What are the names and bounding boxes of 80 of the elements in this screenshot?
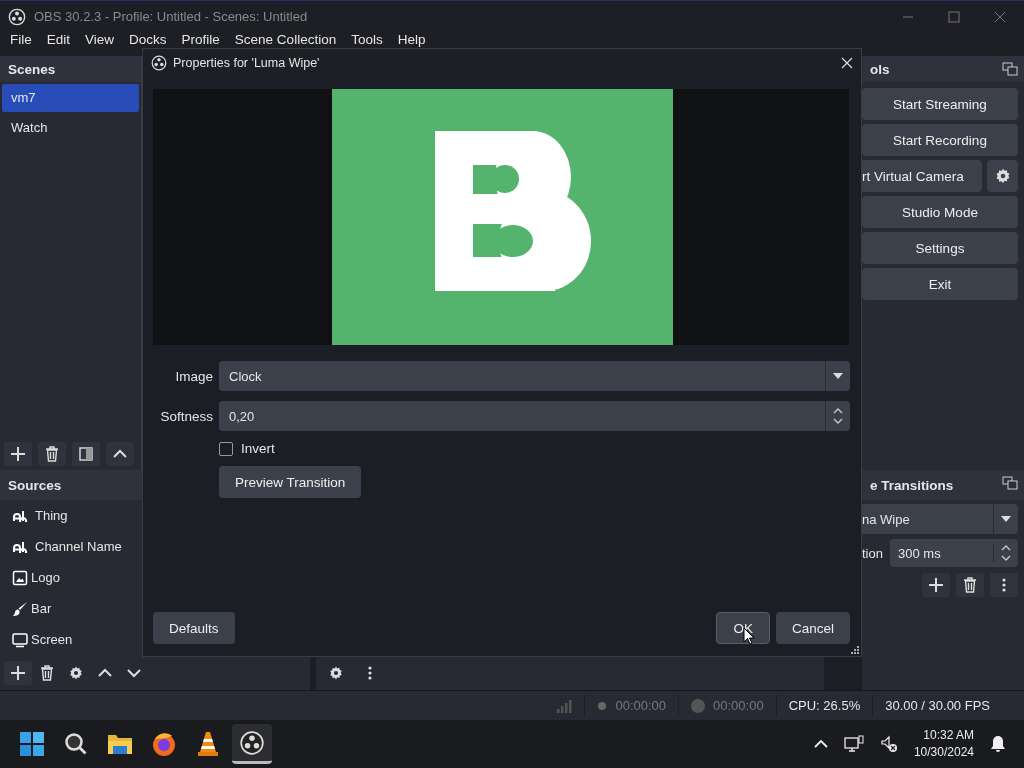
menu-item[interactable]: File	[10, 32, 32, 48]
cpu-usage: CPU: 26.5%	[788, 698, 861, 713]
menu-item[interactable]: Scene Collection	[234, 32, 337, 48]
dropdown-arrow-icon	[833, 373, 843, 379]
dialog-title: Properties for 'Luma Wipe'	[173, 56, 320, 70]
paintbrush-icon	[12, 600, 28, 617]
invert-label: Invert	[241, 441, 275, 456]
source-item[interactable]: Channel Name	[35, 539, 122, 554]
stream-icon	[597, 700, 608, 711]
menu-item[interactable]: Tools	[351, 32, 383, 48]
softness-field[interactable]: 0,20	[219, 401, 850, 431]
scene-item[interactable]: Watch	[2, 114, 139, 142]
control-button[interactable]: Exit	[862, 268, 1018, 300]
source-item[interactable]: Thing	[35, 508, 68, 523]
record-time: 00:00:00	[713, 698, 764, 713]
bell-icon[interactable]	[990, 735, 1006, 753]
window-title: OBS 30.2.3 - Profile: Untitled - Scenes: Untitled	[34, 9, 308, 24]
settings-icon[interactable]	[987, 160, 1018, 192]
menu-item[interactable]: Profile	[181, 32, 220, 48]
chevron-up-icon[interactable]	[813, 739, 828, 749]
add-icon[interactable]	[922, 573, 950, 597]
stream-time: 00:00:00	[615, 698, 667, 713]
menu-item[interactable]: View	[85, 32, 115, 48]
dock-title: e Transitions	[870, 477, 954, 493]
duration-label: tion	[862, 545, 884, 561]
transition-dropdown[interactable]: na Wipe	[862, 504, 1018, 534]
record-icon	[691, 698, 706, 713]
trash-icon[interactable]	[38, 442, 66, 466]
control-button[interactable]: Start Recording	[862, 124, 1018, 156]
control-button[interactable]: Settings	[862, 232, 1018, 264]
duration-field[interactable]: 300 ms	[890, 539, 1018, 567]
dock-title: Scenes	[8, 61, 56, 77]
clock[interactable]: 10:32 AM 10/30/2024	[913, 727, 974, 761]
search-icon	[64, 732, 88, 756]
control-button[interactable]: rt Virtual Camera	[862, 160, 982, 192]
dock-title: ols	[870, 61, 890, 77]
source-item[interactable]: Logo	[31, 570, 60, 585]
menu-item[interactable]: Edit	[46, 32, 71, 48]
menu-item[interactable]: Help	[397, 32, 426, 48]
monitor-icon	[12, 631, 28, 648]
fox-globe-icon	[151, 731, 177, 757]
trash-icon[interactable]	[956, 573, 984, 597]
windows-icon	[20, 732, 44, 756]
scene-item[interactable]: vm7	[2, 84, 139, 112]
undock-icon[interactable]	[1002, 62, 1018, 76]
obs-logo-icon	[240, 730, 264, 755]
add-icon[interactable]	[4, 442, 32, 466]
filter-icon[interactable]	[72, 442, 100, 466]
preview-transition-button[interactable]: Preview Transition	[219, 466, 362, 498]
spin-arrows-icon[interactable]	[1001, 544, 1011, 562]
taskbar-app[interactable]	[232, 724, 272, 764]
image-dropdown[interactable]: Clock	[219, 361, 850, 391]
obs-logo-icon	[8, 7, 26, 26]
spin-arrows-icon[interactable]	[833, 407, 843, 425]
traffic-cone-icon	[196, 731, 220, 757]
signal-icon	[556, 698, 573, 713]
source-item[interactable]: Bar	[31, 601, 52, 616]
menu-item[interactable]: Docks	[129, 32, 167, 48]
dropdown-arrow-icon	[1001, 516, 1011, 522]
add-icon[interactable]	[4, 661, 32, 685]
control-button[interactable]: Studio Mode	[862, 196, 1018, 228]
resize-grip-icon[interactable]	[851, 646, 859, 654]
move-up-icon[interactable]	[106, 442, 134, 466]
more-icon[interactable]	[990, 573, 1018, 597]
invert-checkbox[interactable]	[219, 441, 233, 456]
undock-icon[interactable]	[1002, 476, 1018, 490]
speaker-muted-icon[interactable]	[879, 735, 898, 753]
image-label: Image	[174, 368, 213, 384]
control-button[interactable]: Start Streaming	[862, 88, 1018, 120]
obs-logo-icon	[151, 55, 167, 71]
image-icon	[12, 569, 28, 586]
dock-title: Sources	[8, 477, 62, 493]
maximize-icon[interactable]	[948, 10, 960, 23]
folder-icon	[107, 732, 133, 756]
network-icon[interactable]	[843, 735, 864, 753]
source-item[interactable]: Screen	[31, 632, 73, 647]
fps-counter: 30.00 / 30.00 FPS	[885, 698, 990, 713]
cancel-button[interactable]: Cancel	[775, 612, 850, 644]
softness-label: Softness	[159, 408, 213, 424]
defaults-button[interactable]: Defaults	[153, 612, 235, 644]
